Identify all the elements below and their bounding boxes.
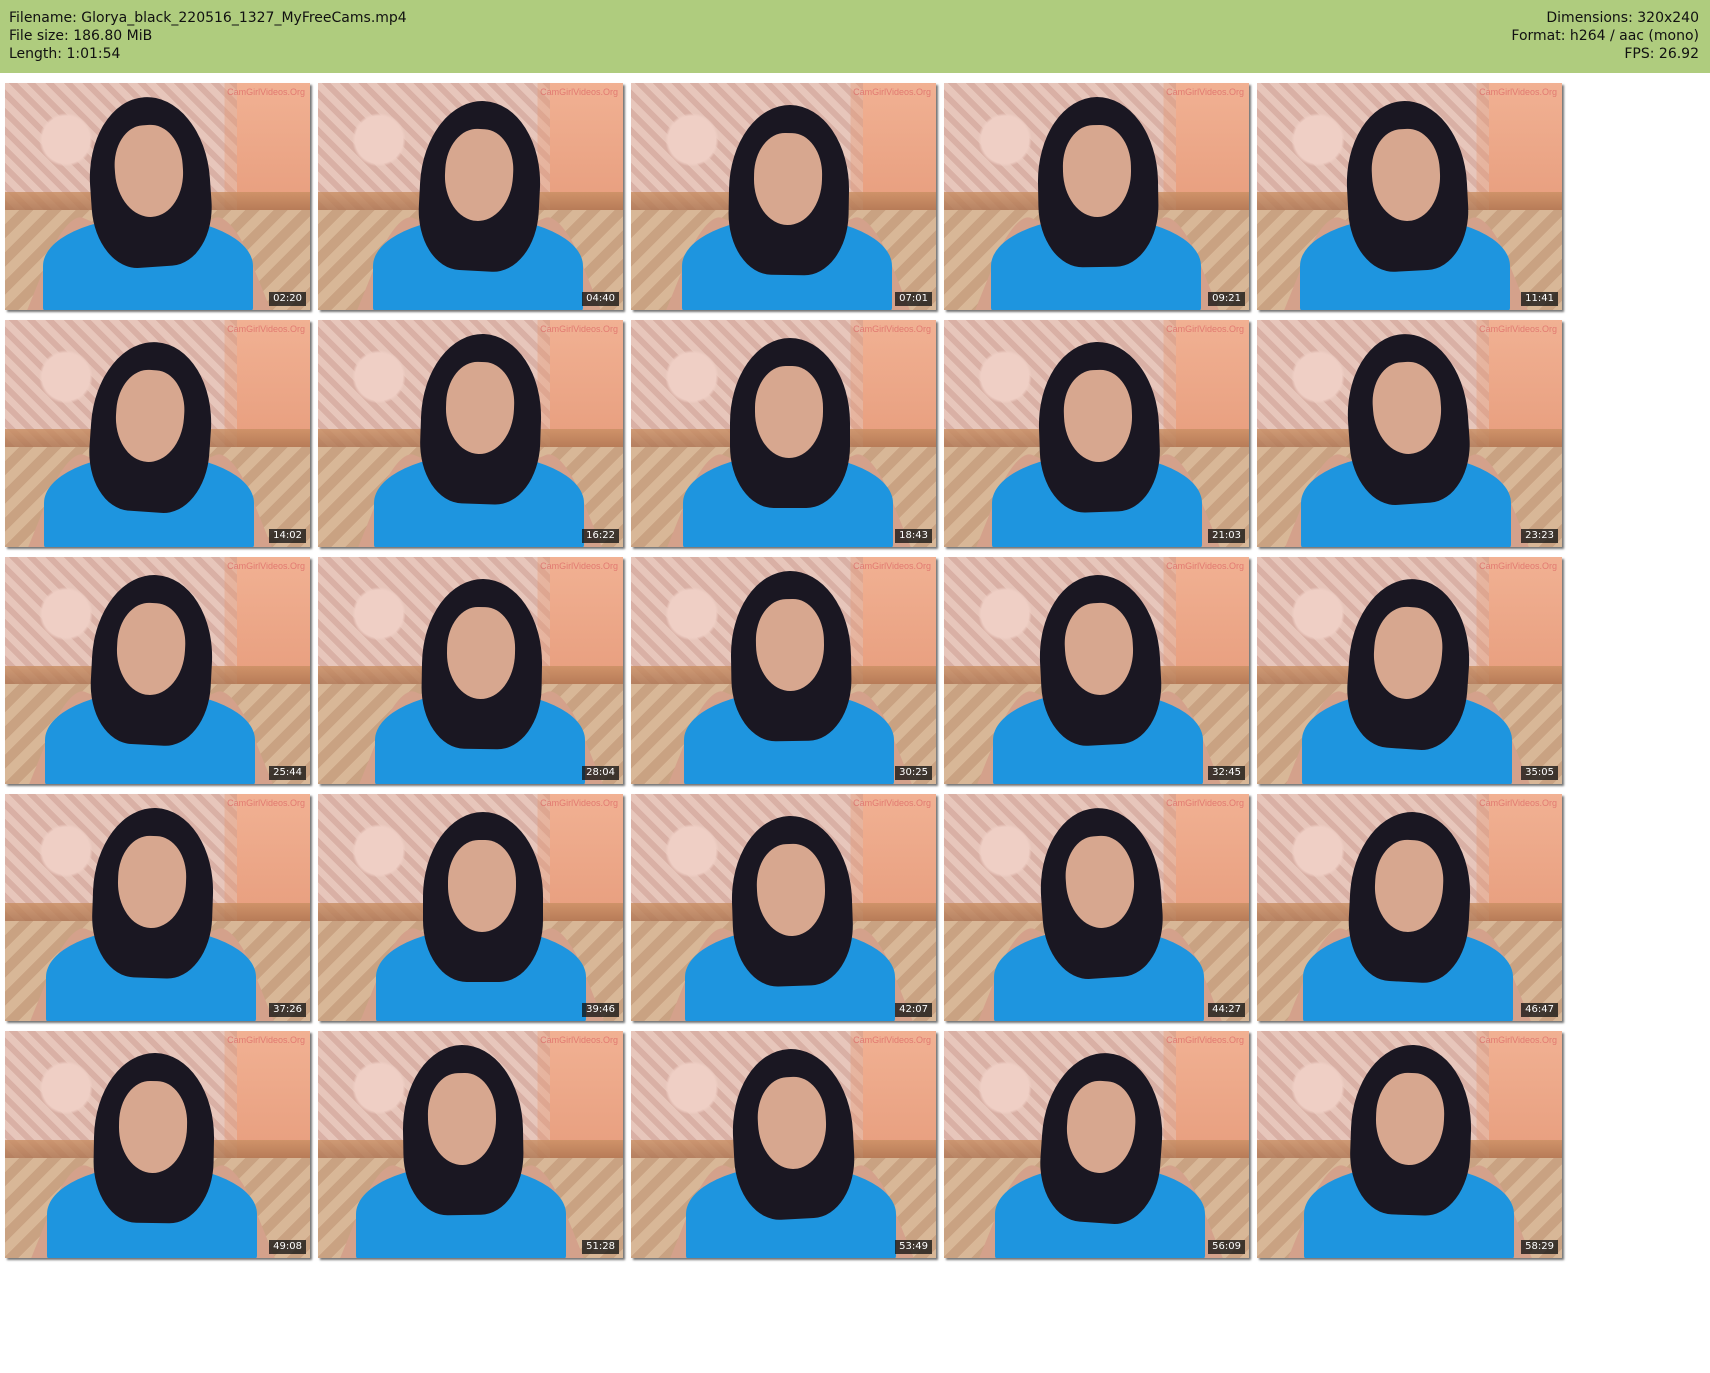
video-thumbnail: CamGirlVideos.Org 37:26: [5, 794, 310, 1021]
thumbnail-watermark: CamGirlVideos.Org: [853, 798, 931, 808]
header-left-info: Filename: Glorya_black_220516_1327_MyFre…: [9, 9, 407, 63]
thumbnail-timestamp: 18:43: [895, 529, 932, 543]
length-text: Length: 1:01:54: [9, 46, 121, 62]
video-thumbnail: CamGirlVideos.Org 09:21: [944, 83, 1249, 310]
thumbnail-watermark: CamGirlVideos.Org: [1166, 798, 1244, 808]
video-thumbnail: CamGirlVideos.Org 58:29: [1257, 1031, 1562, 1258]
thumbnail-timestamp: 42:07: [895, 1003, 932, 1017]
thumbnail-timestamp: 46:47: [1521, 1003, 1558, 1017]
thumbnail-watermark: CamGirlVideos.Org: [1166, 324, 1244, 334]
filename-text: Filename: Glorya_black_220516_1327_MyFre…: [9, 10, 407, 26]
video-thumbnail: CamGirlVideos.Org 44:27: [944, 794, 1249, 1021]
thumbnail-watermark: CamGirlVideos.Org: [1479, 1035, 1557, 1045]
thumbnail-timestamp: 30:25: [895, 766, 932, 780]
thumbnail-watermark: CamGirlVideos.Org: [1479, 87, 1557, 97]
thumbnail-watermark: CamGirlVideos.Org: [1166, 87, 1244, 97]
thumbnail-timestamp: 32:45: [1208, 766, 1245, 780]
thumbnail-timestamp: 39:46: [582, 1003, 619, 1017]
video-thumbnail: CamGirlVideos.Org 23:23: [1257, 320, 1562, 547]
thumbnail-timestamp: 21:03: [1208, 529, 1245, 543]
thumbnail-timestamp: 37:26: [269, 1003, 306, 1017]
thumbnail-watermark: CamGirlVideos.Org: [1479, 561, 1557, 571]
video-thumbnail: CamGirlVideos.Org 46:47: [1257, 794, 1562, 1021]
thumbnail-watermark: CamGirlVideos.Org: [227, 324, 305, 334]
video-thumbnail: CamGirlVideos.Org 02:20: [5, 83, 310, 310]
filesize-text: File size: 186.80 MiB: [9, 28, 153, 44]
video-thumbnail: CamGirlVideos.Org 39:46: [318, 794, 623, 1021]
subject-face: [755, 366, 823, 458]
video-thumbnail: CamGirlVideos.Org 21:03: [944, 320, 1249, 547]
thumbnail-timestamp: 07:01: [895, 292, 932, 306]
video-thumbnail: CamGirlVideos.Org 32:45: [944, 557, 1249, 784]
video-thumbnail: CamGirlVideos.Org 42:07: [631, 794, 936, 1021]
thumbnail-timestamp: 49:08: [269, 1240, 306, 1254]
thumbnail-timestamp: 04:40: [582, 292, 619, 306]
thumbnail-watermark: CamGirlVideos.Org: [227, 798, 305, 808]
video-thumbnail: CamGirlVideos.Org 49:08: [5, 1031, 310, 1258]
video-thumbnail: CamGirlVideos.Org 18:43: [631, 320, 936, 547]
thumbnail-watermark: CamGirlVideos.Org: [540, 798, 618, 808]
video-thumbnail: CamGirlVideos.Org 04:40: [318, 83, 623, 310]
fps-text: FPS: 26.92: [1624, 46, 1699, 62]
thumbnail-timestamp: 28:04: [582, 766, 619, 780]
thumbnail-watermark: CamGirlVideos.Org: [1166, 561, 1244, 571]
thumbnail-timestamp: 09:21: [1208, 292, 1245, 306]
dimensions-text: Dimensions: 320x240: [1546, 10, 1699, 26]
thumbnail-timestamp: 23:23: [1521, 529, 1558, 543]
video-thumbnail: CamGirlVideos.Org 14:02: [5, 320, 310, 547]
thumbnail-watermark: CamGirlVideos.Org: [853, 561, 931, 571]
thumbnail-watermark: CamGirlVideos.Org: [1166, 1035, 1244, 1045]
thumbnail-watermark: CamGirlVideos.Org: [540, 324, 618, 334]
thumbnail-timestamp: 56:09: [1208, 1240, 1245, 1254]
video-info-header: Filename: Glorya_black_220516_1327_MyFre…: [0, 0, 1710, 73]
video-thumbnail: CamGirlVideos.Org 56:09: [944, 1031, 1249, 1258]
thumbnail-timestamp: 53:49: [895, 1240, 932, 1254]
video-thumbnail: CamGirlVideos.Org 25:44: [5, 557, 310, 784]
format-text: Format: h264 / aac (mono): [1511, 28, 1699, 44]
subject-face: [448, 840, 516, 932]
video-thumbnail: CamGirlVideos.Org 30:25: [631, 557, 936, 784]
thumbnail-watermark: CamGirlVideos.Org: [1479, 324, 1557, 334]
video-thumbnail: CamGirlVideos.Org 16:22: [318, 320, 623, 547]
thumbnail-timestamp: 25:44: [269, 766, 306, 780]
thumbnail-watermark: CamGirlVideos.Org: [227, 561, 305, 571]
thumbnail-watermark: CamGirlVideos.Org: [540, 561, 618, 571]
thumbnail-watermark: CamGirlVideos.Org: [227, 1035, 305, 1045]
thumbnail-timestamp: 51:28: [582, 1240, 619, 1254]
header-right-info: Dimensions: 320x240 Format: h264 / aac (…: [1511, 9, 1699, 63]
thumbnail-grid: CamGirlVideos.Org 02:20 CamGirlVideos.Org 0…: [0, 73, 1710, 1373]
thumbnail-timestamp: 16:22: [582, 529, 619, 543]
video-thumbnail: CamGirlVideos.Org 51:28: [318, 1031, 623, 1258]
thumbnail-watermark: CamGirlVideos.Org: [540, 1035, 618, 1045]
video-thumbnail: CamGirlVideos.Org 11:41: [1257, 83, 1562, 310]
video-thumbnail: CamGirlVideos.Org 53:49: [631, 1031, 936, 1258]
thumbnail-watermark: CamGirlVideos.Org: [540, 87, 618, 97]
thumbnail-timestamp: 02:20: [269, 292, 306, 306]
thumbnail-watermark: CamGirlVideos.Org: [1479, 798, 1557, 808]
thumbnail-timestamp: 44:27: [1208, 1003, 1245, 1017]
thumbnail-timestamp: 58:29: [1521, 1240, 1558, 1254]
video-thumbnail: CamGirlVideos.Org 28:04: [318, 557, 623, 784]
thumbnail-watermark: CamGirlVideos.Org: [227, 87, 305, 97]
thumbnail-timestamp: 14:02: [269, 529, 306, 543]
thumbnail-timestamp: 35:05: [1521, 766, 1558, 780]
thumbnail-watermark: CamGirlVideos.Org: [853, 1035, 931, 1045]
thumbnail-watermark: CamGirlVideos.Org: [853, 87, 931, 97]
thumbnail-watermark: CamGirlVideos.Org: [853, 324, 931, 334]
video-thumbnail: CamGirlVideos.Org 35:05: [1257, 557, 1562, 784]
video-thumbnail: CamGirlVideos.Org 07:01: [631, 83, 936, 310]
thumbnail-timestamp: 11:41: [1521, 292, 1558, 306]
